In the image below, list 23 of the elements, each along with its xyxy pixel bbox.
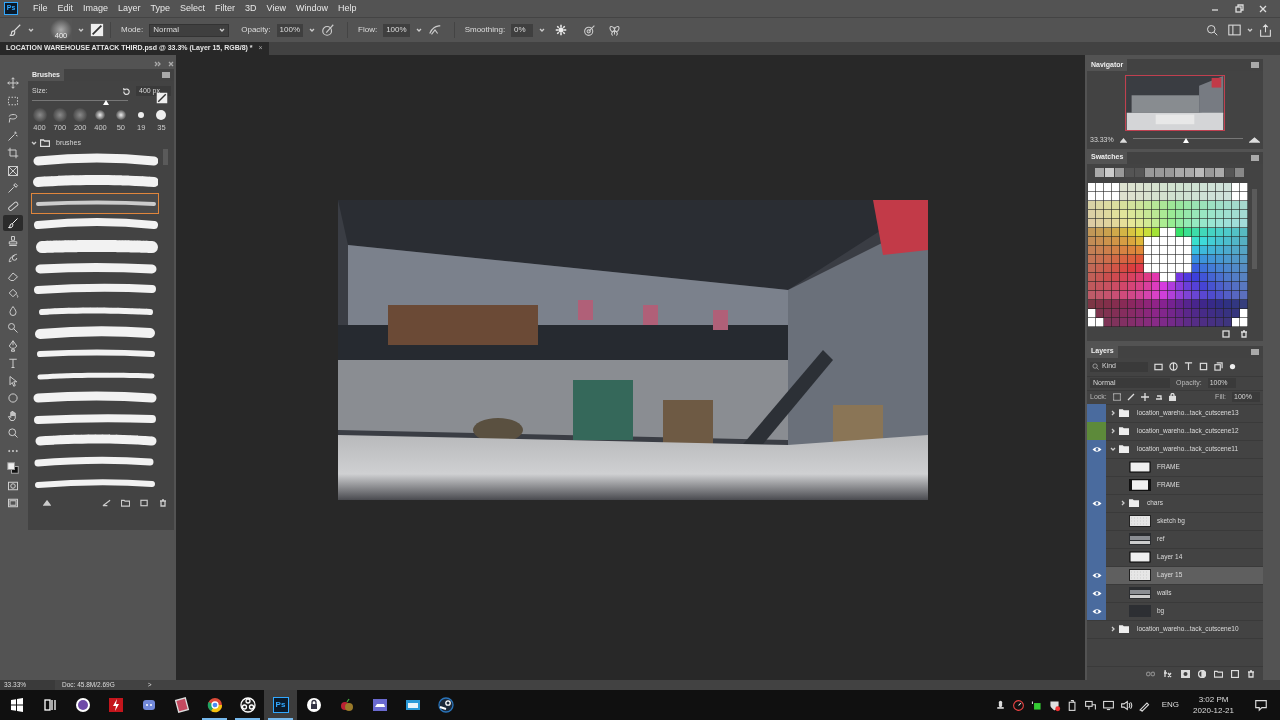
clock[interactable]: 3:02 PM 2020-12-21 [1193, 694, 1234, 716]
menu-item[interactable]: Filter [210, 1, 241, 16]
opacity-field[interactable]: 100% [276, 23, 304, 37]
mode-dropdown[interactable]: Normal [149, 23, 230, 37]
menu-item[interactable]: Help [333, 1, 362, 16]
menu-item[interactable]: File [28, 1, 53, 16]
smoothing-field[interactable]: 0% [511, 23, 534, 37]
menu-item[interactable]: Layer [113, 1, 146, 16]
menu-item[interactable]: Edit [52, 1, 79, 16]
menu-item[interactable]: Select [175, 1, 211, 16]
menu-item[interactable]: 3D [240, 1, 262, 16]
menu-item[interactable]: View [261, 1, 291, 16]
menu-item[interactable]: Image [78, 1, 114, 16]
menu-item[interactable]: Window [290, 1, 333, 16]
taskbar-button[interactable]: Ps [264, 690, 297, 720]
opacity-label: Opacity: [241, 24, 271, 36]
menu-item[interactable]: Type [145, 1, 176, 16]
app-logo: Ps [272, 697, 289, 713]
mode-label: Mode: [121, 24, 144, 36]
flow-field[interactable]: 100% [383, 23, 410, 37]
smoothing-label: Smoothing: [464, 24, 506, 36]
language-indicator[interactable]: ENG [1161, 699, 1180, 711]
flow-label: Flow: [358, 24, 378, 36]
